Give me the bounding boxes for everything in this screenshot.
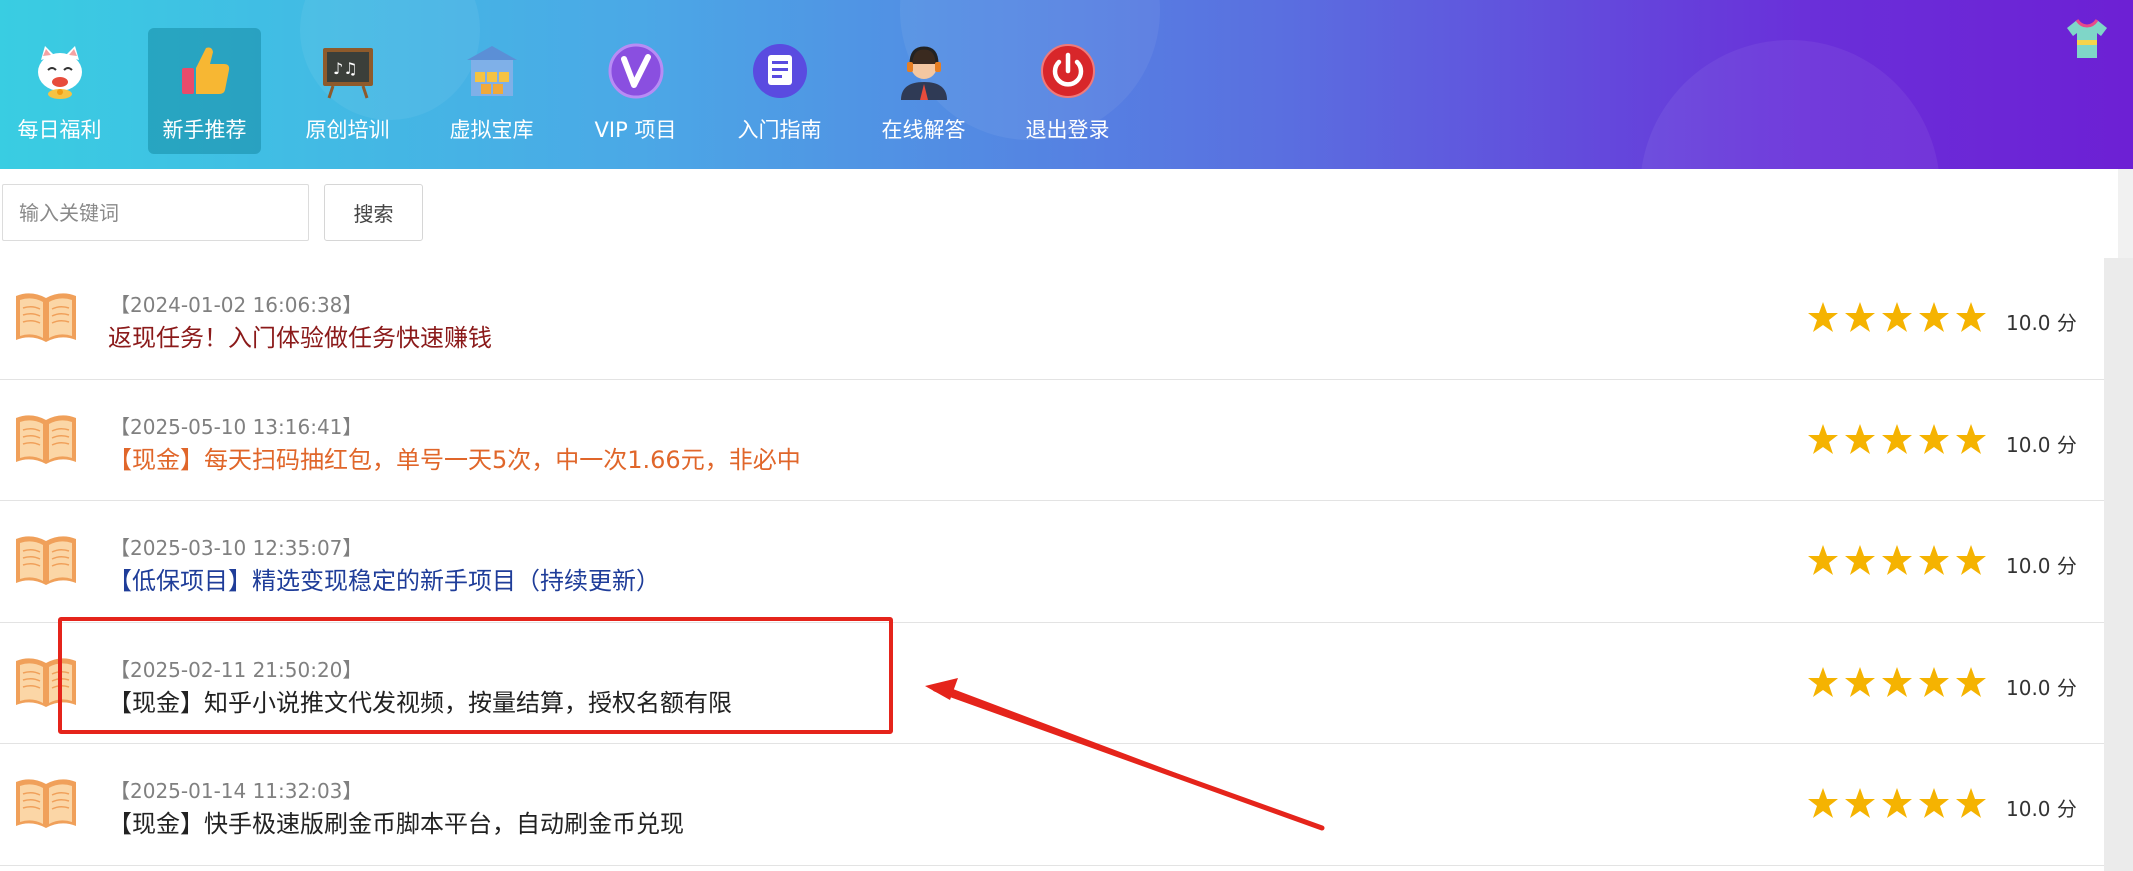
nav-label: 在线解答 [881,118,966,142]
open-book-icon [16,414,76,464]
star-icon [1845,666,1875,697]
item-date: 【2025-03-10 12:35:07】 [110,536,363,560]
star-icon [1882,545,1912,575]
star-icon [1919,788,1949,818]
rating-stars [1808,666,1986,697]
star-icon [1956,666,1986,697]
thumbs-up-icon [182,47,230,94]
item-title[interactable]: 【低保项目】精选变现稳定的新手项目（持续更新） [108,561,660,596]
vip-icon [608,43,664,99]
search-button[interactable]: 搜索 [324,184,423,241]
top-nav-bar: 每日福利 新手推荐 ♪♫ 原创培训 虚拟宝库 VIP 项目 入门指南 在线解答 … [0,0,2133,169]
item-date: 【2025-02-11 21:50:20】 [110,657,363,682]
nav-item-logout[interactable]: 退出登录 [1011,28,1124,154]
star-icon [1808,545,1838,575]
nav-label: VIP 项目 [594,118,677,142]
nav-item-daily-welfare[interactable]: 每日福利 [3,28,116,154]
item-title[interactable]: 返现任务！入门体验做任务快速赚钱 [108,318,492,353]
star-icon [1808,666,1838,697]
star-icon [1956,788,1986,818]
item-score: 10.0 分 [2006,311,2077,335]
nav-item-newbie-recommend[interactable]: 新手推荐 [148,28,261,154]
item-score: 10.0 分 [2006,675,2077,700]
open-book-icon [16,657,76,707]
lucky-cat-icon [38,46,82,99]
nav-item-original-training[interactable]: ♪♫ 原创培训 [291,28,404,154]
article-list: 【2024-01-02 16:06:38】 返现任务！入门体验做任务快速赚钱 1… [0,258,2104,866]
star-icon [1845,545,1875,575]
item-score: 10.0 分 [2006,432,2077,457]
nav-label: 入门指南 [737,118,822,142]
search-input[interactable] [2,184,309,241]
star-icon [1845,788,1875,818]
nav-item-virtual-vault[interactable]: 虚拟宝库 [435,28,548,154]
star-icon [1845,423,1875,454]
svg-text:♪♫: ♪♫ [333,59,358,78]
star-icon [1808,788,1838,818]
star-icon [1845,302,1875,332]
nav-label: 虚拟宝库 [449,118,534,142]
item-score: 10.0 分 [2006,797,2077,821]
open-book-icon [16,779,76,828]
power-icon [1041,44,1095,98]
star-icon [1956,302,1986,332]
list-item[interactable]: 【2025-02-11 21:50:20】 【现金】知乎小说推文代发视频，按量结… [0,622,2104,744]
open-book-icon [16,536,76,585]
star-icon [1919,545,1949,575]
item-date: 【2025-05-10 13:16:41】 [110,414,363,439]
nav-label: 新手推荐 [162,118,247,142]
star-icon [1919,302,1949,332]
document-icon [753,44,807,98]
warehouse-icon [467,46,517,96]
nav-item-beginner-guide[interactable]: 入门指南 [723,28,836,154]
nav-label: 每日福利 [17,118,102,142]
star-icon [1808,423,1838,454]
rating-stars [1808,302,1986,332]
list-item[interactable]: 【2025-05-10 13:16:41】 【现金】每天扫码抽红包，单号一天5次… [0,379,2104,501]
list-item[interactable]: 【2025-03-10 12:35:07】 【低保项目】精选变现稳定的新手项目（… [0,501,2104,623]
item-date: 【2024-01-02 16:06:38】 [110,293,363,317]
item-title[interactable]: 【现金】快手极速版刷金币脚本平台，自动刷金币兑现 [108,804,684,839]
rating-stars [1808,545,1986,575]
star-icon [1919,666,1949,697]
blackboard-icon: ♪♫ [323,48,373,99]
item-title[interactable]: 【现金】知乎小说推文代发视频，按量结算，授权名额有限 [108,683,732,718]
nav-label: 原创培训 [305,118,390,142]
nav-item-online-answers[interactable]: 在线解答 [867,28,980,154]
item-score: 10.0 分 [2006,554,2077,578]
open-book-icon [16,293,76,342]
item-date: 【2025-01-14 11:32:03】 [110,779,363,803]
rating-stars [1808,423,1986,454]
star-icon [1882,302,1912,332]
item-title[interactable]: 【现金】每天扫码抽红包，单号一天5次，中一次1.66元，非必中 [108,440,801,475]
support-agent-icon [901,46,947,100]
list-item[interactable]: 【2025-01-14 11:32:03】 【现金】快手极速版刷金币脚本平台，自… [0,744,2104,866]
star-icon [1919,423,1949,454]
star-icon [1808,302,1838,332]
list-item[interactable]: 【2024-01-02 16:06:38】 返现任务！入门体验做任务快速赚钱 1… [0,258,2104,380]
rating-stars [1808,788,1986,818]
star-icon [1882,423,1912,454]
nav-label: 退出登录 [1025,118,1110,142]
star-icon [1882,666,1912,697]
star-icon [1882,788,1912,818]
shirt-icon[interactable] [2063,14,2111,62]
star-icon [1956,545,1986,575]
star-icon [1956,423,1986,454]
nav-item-vip-projects[interactable]: VIP 项目 [579,28,692,154]
scrollbar-track[interactable] [2104,258,2133,871]
